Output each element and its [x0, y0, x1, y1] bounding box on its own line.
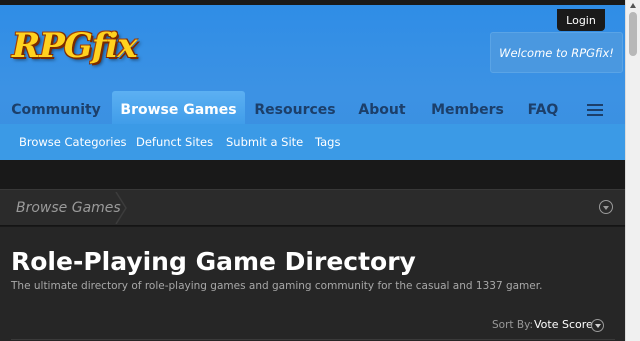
breadcrumb-separator-icon [115, 192, 127, 224]
main-content: Role-Playing Game Directory The ultimate… [0, 227, 625, 341]
site-logo[interactable]: RPGfix [12, 23, 138, 69]
sort-dropdown-icon[interactable] [591, 319, 604, 332]
site-header: Login RPGfix Welcome to RPGfix! Communit… [0, 5, 625, 160]
scrollbar[interactable] [625, 0, 640, 341]
scroll-up-arrow-icon[interactable] [630, 3, 636, 8]
sub-nav: Browse Categories Defunct Sites Submit a… [0, 124, 625, 160]
scrollbar-thumb[interactable] [629, 12, 637, 56]
page-description: The ultimate directory of role-playing g… [11, 280, 543, 292]
chevron-down-circle-icon[interactable] [599, 200, 613, 214]
welcome-banner: Welcome to RPGfix! [490, 32, 623, 73]
breadcrumb: Browse Games [0, 189, 625, 226]
divider [11, 339, 615, 340]
subnav-tags[interactable]: Tags [315, 124, 340, 160]
sort-select[interactable]: Vote Score [534, 318, 593, 331]
breadcrumb-item-browse-games[interactable]: Browse Games [0, 190, 126, 226]
login-button[interactable]: Login [557, 9, 605, 31]
page-title: Role-Playing Game Directory [11, 247, 416, 276]
sort-label: Sort By: [492, 319, 534, 331]
subnav-browse-categories[interactable]: Browse Categories [19, 124, 127, 160]
subnav-submit-a-site[interactable]: Submit a Site [226, 124, 303, 160]
subnav-defunct-sites[interactable]: Defunct Sites [136, 124, 213, 160]
hamburger-icon[interactable] [587, 104, 603, 116]
logo-text: RPGfix [12, 26, 138, 66]
